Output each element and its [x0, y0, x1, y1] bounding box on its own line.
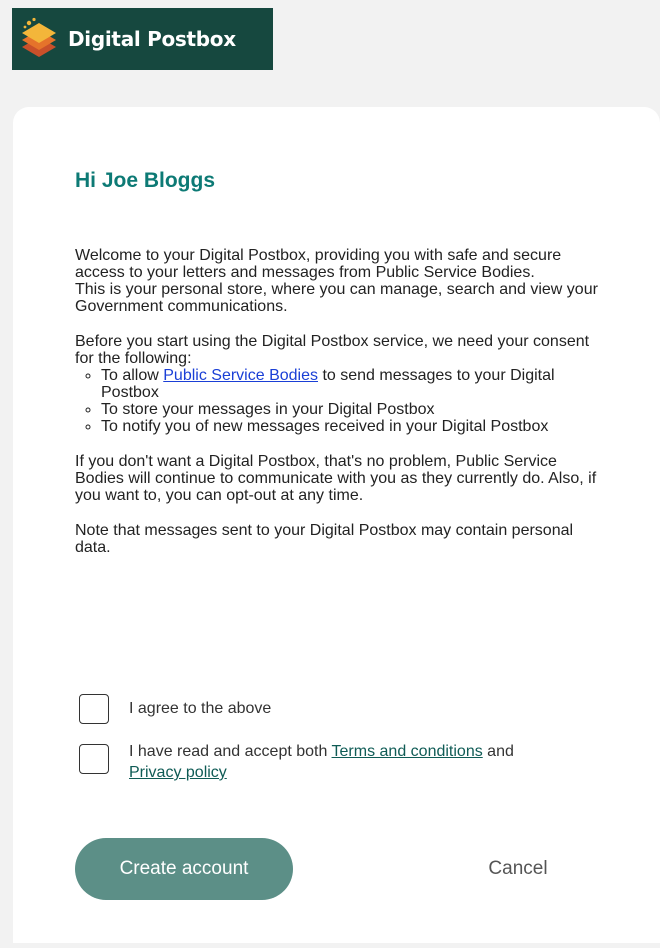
- optout-paragraph: If you don't want a Digital Postbox, tha…: [75, 453, 597, 504]
- intro-paragraph-2: This is your personal store, where you c…: [75, 281, 598, 315]
- list-item: To allow Public Service Bodies to send m…: [101, 367, 605, 401]
- brand-header: Digital Postbox: [12, 8, 273, 70]
- list-item: To notify you of new messages received i…: [101, 418, 605, 435]
- consent-body: Welcome to your Digital Postbox, providi…: [75, 247, 605, 556]
- public-service-bodies-link[interactable]: Public Service Bodies: [163, 367, 318, 384]
- terms-label: I have read and accept both Terms and co…: [129, 743, 514, 781]
- cancel-button[interactable]: Cancel: [463, 851, 573, 887]
- postbox-logo-icon: [22, 17, 56, 57]
- greeting-heading: Hi Joe Bloggs: [75, 169, 216, 192]
- intro-paragraph: Welcome to your Digital Postbox, providi…: [75, 247, 562, 281]
- agree-row: I agree to the above: [79, 694, 589, 724]
- brand-name: Digital Postbox: [68, 27, 236, 51]
- agree-label: I agree to the above: [129, 700, 272, 717]
- consent-list: To allow Public Service Bodies to send m…: [75, 367, 605, 435]
- terms-link[interactable]: Terms and conditions: [332, 743, 483, 760]
- consent-lead: Before you start using the Digital Postb…: [75, 333, 590, 367]
- consent-card: Hi Joe Bloggs Welcome to your Digital Po…: [13, 107, 660, 943]
- terms-row: I have read and accept both Terms and co…: [79, 741, 589, 783]
- note-paragraph: Note that messages sent to your Digital …: [75, 522, 574, 556]
- create-account-button[interactable]: Create account: [75, 838, 293, 900]
- terms-checkbox[interactable]: [79, 744, 109, 774]
- page: Digital Postbox Hi Joe Bloggs Welcome to…: [0, 0, 660, 948]
- privacy-link[interactable]: Privacy policy: [129, 764, 227, 781]
- agree-checkbox[interactable]: [79, 694, 109, 724]
- list-item: To store your messages in your Digital P…: [101, 401, 605, 418]
